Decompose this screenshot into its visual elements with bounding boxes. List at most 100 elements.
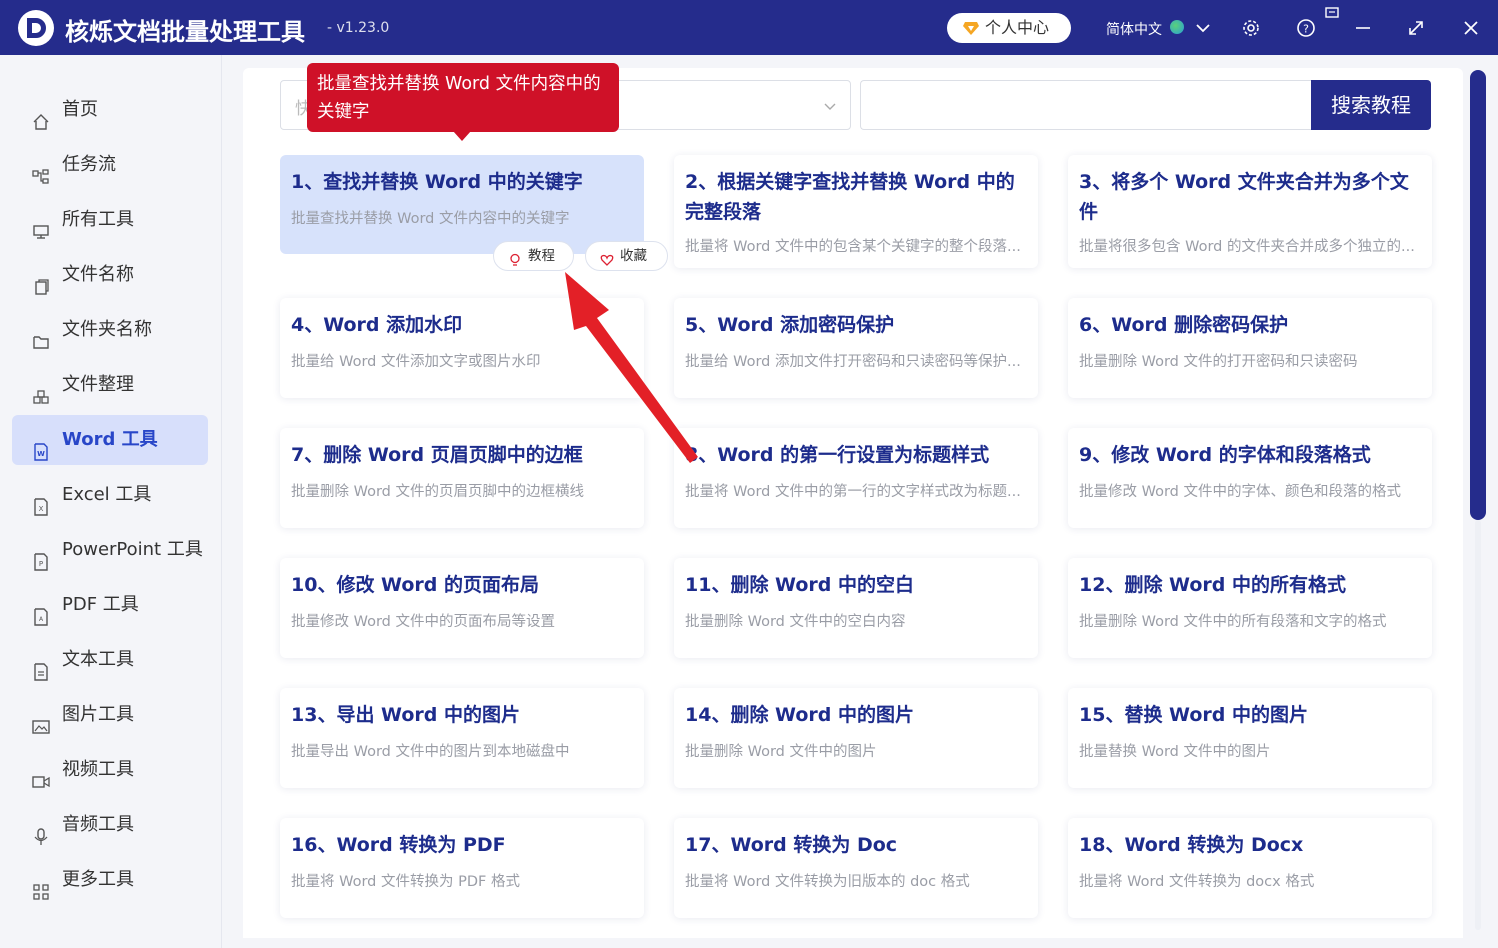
microphone-icon	[32, 816, 50, 845]
svg-text:X: X	[39, 505, 44, 513]
tool-card-description: 批量删除 Word 文件中的图片	[685, 744, 877, 760]
video-icon	[32, 761, 50, 788]
scrollbar-track[interactable]	[1475, 520, 1481, 930]
tool-card-title: 10、修改 Word 的页面布局	[291, 574, 539, 596]
maximize-icon[interactable]	[1403, 15, 1429, 41]
sidebar-item-label: Word 工具	[62, 429, 158, 450]
scrollbar-thumb[interactable]	[1470, 70, 1486, 520]
tool-card-title: 6、Word 删除密码保护	[1079, 314, 1289, 336]
tool-card[interactable]: 16、Word 转换为 PDF 批量将 Word 文件转换为 PDF 格式	[280, 818, 644, 918]
sidebar-item[interactable]: 文件整理	[12, 360, 208, 410]
help-icon[interactable]: ?	[1293, 15, 1319, 41]
heart-icon	[600, 249, 614, 266]
favorite-button[interactable]: 收藏	[585, 241, 668, 271]
app-version: - v1.23.0	[327, 20, 390, 36]
tool-card-description: 批量将 Word 文件转换为 docx 格式	[1079, 874, 1315, 890]
sidebar-item[interactable]: 任务流	[12, 140, 208, 190]
tool-card[interactable]: 5、Word 添加密码保护 批量给 Word 添加文件打开密码和只读密码等保护..…	[674, 298, 1038, 398]
user-center-label: 个人中心	[985, 18, 1050, 37]
vip-diamond-icon	[963, 22, 979, 35]
tool-card[interactable]: 3、将多个 Word 文件夹合并为多个文件 批量将很多包含 Word 的文件夹合并…	[1068, 155, 1432, 268]
sidebar-item[interactable]: 更多工具	[12, 855, 208, 905]
sidebar-item[interactable]: 音频工具	[12, 800, 208, 850]
sidebar-item[interactable]: W Word 工具	[12, 415, 208, 465]
gear-icon[interactable]	[1238, 15, 1264, 41]
tool-card-title: 17、Word 转换为 Doc	[685, 834, 898, 856]
sidebar-item-label: PDF 工具	[62, 594, 139, 615]
tool-card-title: 15、替换 Word 中的图片	[1079, 704, 1308, 726]
tool-card[interactable]: 15、替换 Word 中的图片批量替换 Word 文件中的图片	[1068, 688, 1432, 788]
tool-card-description: 批量删除 Word 文件的打开密码和只读密码	[1079, 354, 1358, 370]
pdf-file-icon: A	[32, 596, 50, 626]
tool-card-description: 批量将 Word 文件转换为 PDF 格式	[291, 874, 520, 890]
tool-card[interactable]: 4、Word 添加水印批量给 Word 文件添加文字或图片水印	[280, 298, 644, 398]
sidebar-item-label: PowerPoint 工具	[62, 539, 203, 560]
tool-card[interactable]: 9、修改 Word 的字体和段落格式批量修改 Word 文件中的字体、颜色和段落…	[1068, 428, 1432, 528]
user-center-button[interactable]: 个人中心	[947, 13, 1071, 43]
feedback-icon[interactable]	[1322, 4, 1348, 30]
favorite-button-label: 收藏	[620, 248, 647, 264]
tool-card-title: 1、查找并替换 Word 中的关键字	[291, 171, 583, 193]
svg-text:P: P	[39, 560, 43, 568]
sidebar-item-label: 视频工具	[62, 759, 134, 780]
sidebar-item[interactable]: 图片工具	[12, 690, 208, 740]
tool-card-description: 批量修改 Word 文件中的字体、颜色和段落的格式	[1079, 484, 1401, 500]
tool-card-title: 4、Word 添加水印	[291, 314, 463, 336]
monitor-icon	[32, 211, 50, 239]
tutorial-button[interactable]: 教程	[493, 241, 574, 271]
tool-card[interactable]: 17、Word 转换为 Doc 批量将 Word 文件转换为旧版本的 doc 格式	[674, 818, 1038, 918]
sidebar-item[interactable]: X Excel 工具	[12, 470, 208, 520]
tool-card[interactable]: 18、Word 转换为 Docx 批量将 Word 文件转换为 docx 格式	[1068, 818, 1432, 918]
tool-card-description: 批量将很多包含 Word 的文件夹合并成多个独立的...	[1079, 239, 1415, 255]
tool-card-title: 9、修改 Word 的字体和段落格式	[1079, 444, 1371, 466]
tool-card[interactable]: 2、根据关键字查找并替换 Word 中的完整段落批量将 Word 文件中的包含某…	[674, 155, 1038, 268]
sidebar-item[interactable]: 文件名称	[12, 250, 208, 300]
sidebar-item[interactable]: 首页	[12, 85, 208, 135]
search-tutorial-button[interactable]: 搜索教程	[1311, 80, 1431, 130]
title-bar: 核烁文档批量处理工具 - v1.23.0 个人中心 简体中文 ?	[0, 0, 1498, 55]
tool-card[interactable]: 7、删除 Word 页眉页脚中的边框 批量删除 Word 文件的页眉页脚中的边框横…	[280, 428, 644, 528]
tool-card-description: 批量将 Word 文件中的包含某个关键字的整个段落...	[685, 239, 1021, 255]
sidebar-item[interactable]: 文件夹名称	[12, 305, 208, 355]
tutorial-button-label: 教程	[528, 248, 555, 264]
minimize-icon[interactable]	[1350, 15, 1376, 41]
search-input[interactable]	[860, 80, 1312, 130]
svg-text:?: ?	[1303, 23, 1309, 36]
svg-text:W: W	[37, 450, 45, 458]
tool-card[interactable]: 14、删除 Word 中的图片 批量删除 Word 文件中的图片	[674, 688, 1038, 788]
tool-card[interactable]: 1、查找并替换 Word 中的关键字 批量查找并替换 Word 文件内容中的关键字	[280, 155, 644, 254]
image-icon	[32, 706, 50, 734]
chevron-down-icon[interactable]	[1190, 15, 1216, 41]
tool-card-description: 批量修改 Word 文件中的页面布局等设置	[291, 614, 555, 630]
app-logo	[18, 10, 54, 46]
tool-card[interactable]: 13、导出 Word 中的图片 批量导出 Word 文件中的图片到本地磁盘中	[280, 688, 644, 788]
sidebar-item-label: 文件整理	[62, 374, 134, 395]
tool-card-description: 批量将 Word 文件中的第一行的文字样式改为标题...	[685, 484, 1021, 500]
file-copy-icon	[32, 266, 50, 295]
app-title: 核烁文档批量处理工具	[65, 18, 305, 46]
tool-card-title: 5、Word 添加密码保护	[685, 314, 895, 336]
sidebar-item[interactable]: 文本工具	[12, 635, 208, 685]
tool-card[interactable]: 6、Word 删除密码保护批量删除 Word 文件的打开密码和只读密码	[1068, 298, 1432, 398]
sidebar-item[interactable]: P PowerPoint 工具	[12, 525, 208, 575]
tool-card[interactable]: 10、修改 Word 的页面布局批量修改 Word 文件中的页面布局等设置	[280, 558, 644, 658]
main-panel: 快 搜索教程 1、查找并替换 Word 中的关键字 批量查找并替换 Word 文件…	[243, 68, 1463, 938]
tool-card-description: 批量替换 Word 文件中的图片	[1079, 744, 1271, 760]
tool-card-description: 批量删除 Word 文件的页眉页脚中的边框横线	[291, 484, 584, 500]
close-icon[interactable]	[1458, 15, 1484, 41]
word-file-icon: W	[32, 431, 50, 461]
tool-card[interactable]: 8、Word 的第一行设置为标题样式 批量将 Word 文件中的第一行的文字样式改…	[674, 428, 1038, 528]
language-select[interactable]: 简体中文	[1106, 19, 1162, 39]
tool-card[interactable]: 12、删除 Word 中的所有格式 批量删除 Word 文件中的所有段落和文字的格…	[1068, 558, 1432, 658]
home-icon	[32, 101, 50, 130]
sidebar-item[interactable]: 视频工具	[12, 745, 208, 795]
sidebar-item[interactable]: 所有工具	[12, 195, 208, 245]
tool-card-description: 批量给 Word 文件添加文字或图片水印	[291, 354, 541, 370]
tool-card[interactable]: 11、删除 Word 中的空白 批量删除 Word 文件中的空白内容	[674, 558, 1038, 658]
tool-card-title: 2、根据关键字查找并替换 Word 中的完整段落	[685, 171, 1015, 223]
sidebar-item[interactable]: A PDF 工具	[12, 580, 208, 630]
excel-file-icon: X	[32, 486, 50, 516]
sidebar-item-label: 文件名称	[62, 264, 134, 285]
sidebar-item-label: 图片工具	[62, 704, 134, 725]
organize-icon	[32, 376, 50, 404]
